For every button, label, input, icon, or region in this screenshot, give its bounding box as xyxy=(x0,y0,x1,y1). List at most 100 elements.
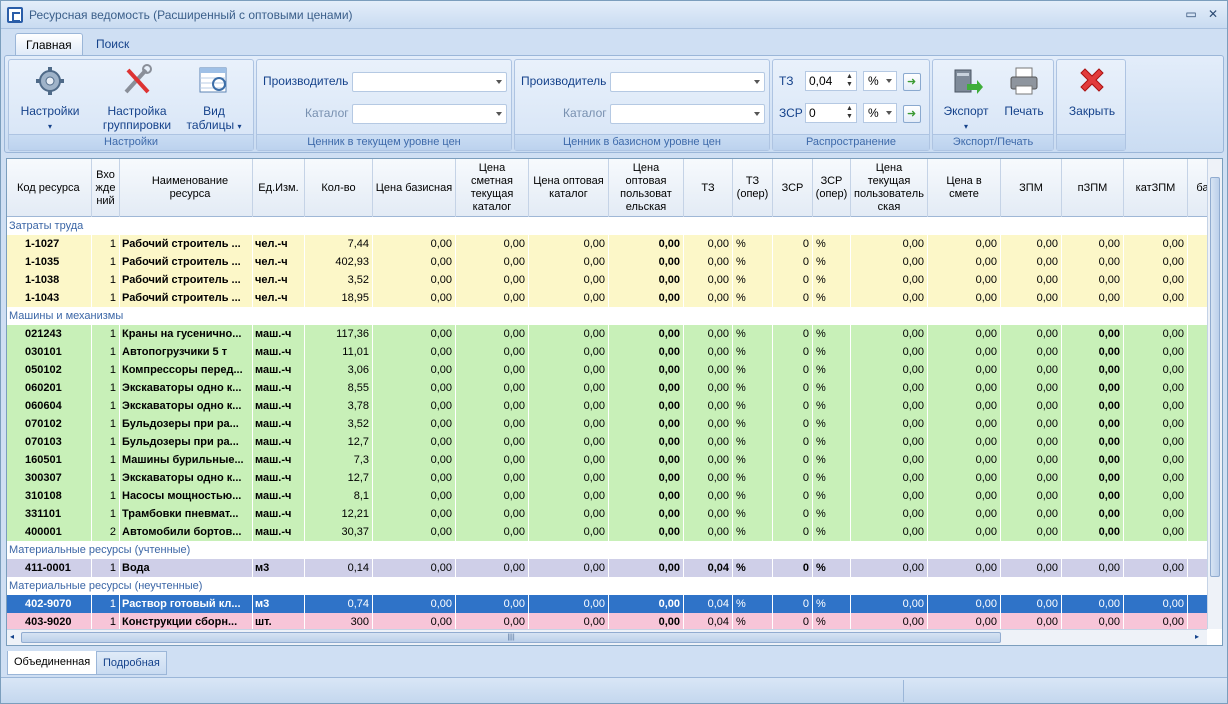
apply-zsr-button[interactable] xyxy=(903,105,921,123)
table-cell: 0,00 xyxy=(609,559,684,577)
table-cell: 0,00 xyxy=(529,523,609,541)
table-cell: маш.-ч xyxy=(253,379,305,397)
table-row[interactable]: 400001 2 Автомобили бортов... маш.-ч 30,37 0,… xyxy=(7,523,1207,541)
vertical-scrollbar[interactable] xyxy=(1207,159,1222,629)
apply-tz-button[interactable] xyxy=(903,73,921,91)
table-cell: 411-0001 xyxy=(7,559,92,577)
tab-home[interactable]: Главная xyxy=(15,33,83,55)
column-header[interactable]: ЗПМ xyxy=(1001,159,1062,217)
table-cell: 0 xyxy=(773,235,813,253)
table-row[interactable]: 070102 1 Бульдозеры при ра... маш.-ч 3,52 0,0… xyxy=(7,415,1207,433)
table-row[interactable]: 030101 1 Автопогрузчики 5 т маш.-ч 11,01 0,00… xyxy=(7,343,1207,361)
table-cell: 0,00 xyxy=(609,325,684,343)
table-row[interactable]: 1-1038 1 Рабочий строитель ... чел.-ч 3,52 0,… xyxy=(7,271,1207,289)
tools-icon xyxy=(120,64,154,98)
table-cell: 0 xyxy=(773,325,813,343)
table-cell: маш.-ч xyxy=(253,523,305,541)
column-header[interactable]: пЗПМ xyxy=(1062,159,1124,217)
table-cell: 3,52 xyxy=(305,415,373,433)
column-header[interactable]: ТЗ (опер) xyxy=(733,159,773,217)
minimize-icon[interactable]: ▭ xyxy=(1182,6,1200,22)
column-header[interactable]: Цена текущая пользоватeль ская xyxy=(851,159,928,217)
horizontal-scrollbar[interactable]: ◂ |||| ▸ xyxy=(7,629,1207,645)
print-button[interactable]: Печать xyxy=(997,64,1051,118)
group-header[interactable]: Затраты труда xyxy=(7,217,1207,235)
scroll-right-icon[interactable]: ▸ xyxy=(1195,632,1199,641)
column-header[interactable]: Цена базисная xyxy=(373,159,456,217)
hscroll-thumb[interactable]: |||| xyxy=(21,632,1001,643)
tab-combined[interactable]: Объединенная xyxy=(7,651,98,675)
column-header[interactable]: Кол-во xyxy=(305,159,373,217)
table-cell: 0 xyxy=(773,433,813,451)
table-cell: 0,00 xyxy=(609,505,684,523)
table-view-button[interactable]: Вид таблицы ▾ xyxy=(181,64,247,134)
column-header[interactable]: Цена оптовая пользоват ельская xyxy=(609,159,684,217)
table-row[interactable]: 070103 1 Бульдозеры при ра... маш.-ч 12,7 0,0… xyxy=(7,433,1207,451)
table-cell: 0,00 xyxy=(851,379,928,397)
zsr-stepper[interactable]: 0 ▲ ▼ xyxy=(805,103,857,123)
table-cell: 0,00 xyxy=(1001,469,1062,487)
table-row[interactable]: 1-1035 1 Рабочий строитель ... чел.-ч 402,93… xyxy=(7,253,1207,271)
column-header[interactable]: ЗСР (опер) xyxy=(813,159,851,217)
group-header[interactable]: Материальные ресурсы (неучтенные) xyxy=(7,577,1207,595)
table-cell: 0 xyxy=(773,559,813,577)
table-row[interactable]: 050102 1 Компрессоры перед... маш.-ч 3,06 0,0… xyxy=(7,361,1207,379)
group-header[interactable]: Машины и механизмы xyxy=(7,307,1207,325)
table-row[interactable]: 331101 1 Трамбовки пневмат... маш.-ч 12,21 0,… xyxy=(7,505,1207,523)
table-cell: 0,00 xyxy=(1062,469,1124,487)
column-header[interactable]: Цена сметная текущая каталог xyxy=(456,159,529,217)
table-row[interactable]: 160501 1 Машины бурильные... маш.-ч 7,3 0,00 0… xyxy=(7,451,1207,469)
column-header[interactable]: Вхо жде ний xyxy=(92,159,120,217)
column-header[interactable]: Ед.Изм. xyxy=(253,159,305,217)
spin-down-icon[interactable]: ▼ xyxy=(845,81,854,89)
grouping-settings-button[interactable]: Настройка группировки xyxy=(97,64,177,132)
spin-down-icon[interactable]: ▼ xyxy=(845,113,854,121)
table-cell: 7,44 xyxy=(305,235,373,253)
base-catalog-combo[interactable] xyxy=(610,104,765,124)
table-row[interactable]: 300307 1 Экскаваторы одно к... маш.-ч 12,7 0,… xyxy=(7,469,1207,487)
table-cell: Рабочий строитель ... xyxy=(120,289,253,307)
tz-stepper[interactable]: 0,04 ▲ ▼ xyxy=(805,71,857,91)
column-header[interactable]: ТЗ xyxy=(684,159,733,217)
group-close-label xyxy=(1057,134,1125,150)
table-cell: % xyxy=(813,523,851,541)
table-row[interactable]: 411-0001 1 Вода м3 0,14 0,00 0,00 0,00 0,00 0,04%… xyxy=(7,559,1207,577)
table-cell: 0,00 xyxy=(609,487,684,505)
zsr-unit-select[interactable]: % xyxy=(863,103,897,123)
current-catalog-combo[interactable] xyxy=(352,104,507,124)
close-button[interactable]: Закрыть xyxy=(1061,64,1123,118)
group-header[interactable]: Материальные ресурсы (учтенные) xyxy=(7,541,1207,559)
table-row[interactable]: 1-1027 1 Рабочий строитель ... чел.-ч 7,44 0,… xyxy=(7,235,1207,253)
table-cell: 1-1043 xyxy=(7,289,92,307)
table-row[interactable]: 060604 1 Экскаваторы одно к... маш.-ч 3,78 0,… xyxy=(7,397,1207,415)
table-cell: % xyxy=(813,415,851,433)
table-cell: 0,00 xyxy=(609,433,684,451)
base-maker-combo[interactable] xyxy=(610,72,765,92)
table-cell: Автомобили бортов... xyxy=(120,523,253,541)
table-row[interactable]: 402-9070 1 Раствор готовый кл... м3 0,74 0,00… xyxy=(7,595,1207,613)
table-row[interactable]: 021243 1 Краны на гусенично... маш.-ч 117,36… xyxy=(7,325,1207,343)
settings-button[interactable]: Настройки ▾ xyxy=(15,64,85,134)
table-cell: 1 xyxy=(92,505,120,523)
spin-up-icon[interactable]: ▲ xyxy=(845,73,854,81)
close-icon[interactable]: ✕ xyxy=(1204,6,1222,22)
tab-detailed[interactable]: Подробная xyxy=(96,651,167,675)
scroll-left-icon[interactable]: ◂ xyxy=(10,632,14,641)
column-header[interactable]: Цена оптовая каталог xyxy=(529,159,609,217)
table-cell: 0,00 xyxy=(1001,361,1062,379)
current-maker-combo[interactable] xyxy=(352,72,507,92)
column-header[interactable]: Цена в смете xyxy=(928,159,1001,217)
table-row[interactable]: 1-1043 1 Рабочий строитель ... чел.-ч 18,95 0… xyxy=(7,289,1207,307)
export-button[interactable]: Экспорт ▾ xyxy=(937,64,995,134)
table-row[interactable]: 060201 1 Экскаваторы одно к... маш.-ч 8,55 0,… xyxy=(7,379,1207,397)
column-header[interactable]: ЗСР xyxy=(773,159,813,217)
column-header[interactable]: катЗПМ xyxy=(1124,159,1188,217)
spin-up-icon[interactable]: ▲ xyxy=(845,105,854,113)
tab-search[interactable]: Поиск xyxy=(86,33,139,55)
column-header[interactable]: Наименование ресурса xyxy=(120,159,253,217)
scroll-thumb[interactable] xyxy=(1210,177,1220,577)
table-cell: 0,00 xyxy=(928,253,1001,271)
column-header[interactable]: Код ресурса xyxy=(7,159,92,217)
tz-unit-select[interactable]: % xyxy=(863,71,897,91)
table-row[interactable]: 310108 1 Насосы мощностью... маш.-ч 8,1 0,00 0… xyxy=(7,487,1207,505)
